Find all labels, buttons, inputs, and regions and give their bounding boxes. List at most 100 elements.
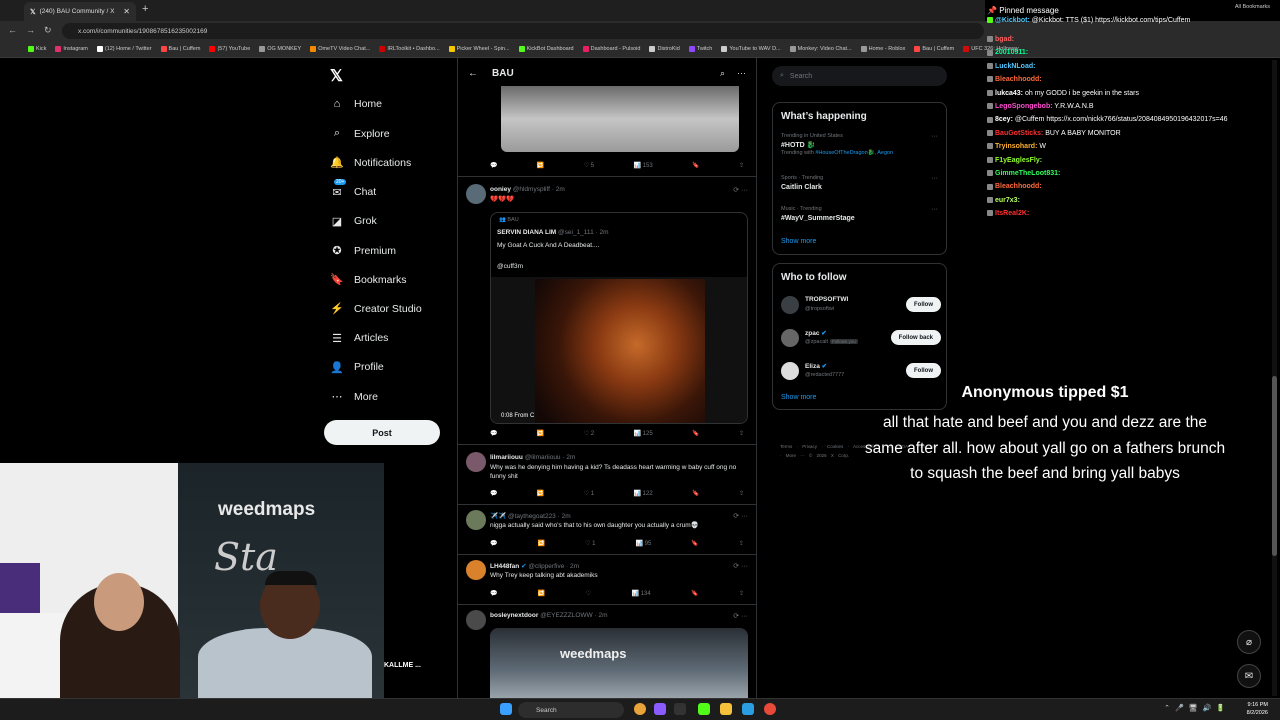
reply-icon[interactable]: 💬 bbox=[490, 540, 497, 547]
account-name[interactable]: KALLME ... bbox=[384, 662, 421, 669]
share-icon[interactable]: ⇪ bbox=[739, 430, 744, 437]
taskbar-search[interactable]: Search bbox=[518, 702, 624, 718]
avatar[interactable] bbox=[466, 452, 486, 472]
more-icon[interactable]: ⟳ ··· bbox=[733, 562, 748, 570]
nav-item-chat[interactable]: ✉ 20+ Chat bbox=[330, 178, 376, 199]
nav-item-articles[interactable]: ☰ Articles bbox=[330, 332, 388, 345]
chat-username[interactable]: LegoSpongebob: bbox=[995, 103, 1053, 110]
grok-icon[interactable]: ⌀ bbox=[1237, 630, 1261, 654]
more-icon[interactable]: ··· bbox=[931, 133, 938, 140]
file-explorer-icon[interactable] bbox=[720, 703, 732, 715]
trend-item[interactable]: Trending in United States #HOTD 🐉 Trendi… bbox=[781, 133, 941, 158]
tab-close-icon[interactable]: ✕ bbox=[123, 7, 130, 16]
follow-back-button[interactable]: Follow back bbox=[890, 330, 941, 345]
app-icon[interactable] bbox=[742, 703, 754, 715]
bookmark-item[interactable]: Bau | Cuffem bbox=[160, 46, 200, 52]
follow-suggestion[interactable]: zpac ✔ @zpacalt Follows you Follow back bbox=[781, 327, 941, 351]
show-more-link[interactable]: Show more bbox=[781, 238, 816, 245]
trend-item[interactable]: Music · Trending #WayV_SummerStage bbox=[781, 206, 941, 223]
reply-icon[interactable]: 💬 bbox=[490, 490, 497, 497]
bookmark-item[interactable]: OG MONKEY bbox=[259, 46, 301, 52]
avatar[interactable] bbox=[781, 296, 799, 314]
chat-username[interactable]: Tryinsohard: bbox=[995, 143, 1037, 150]
reply-icon[interactable]: 💬 bbox=[490, 590, 497, 597]
bookmark-icon[interactable]: 🔖 bbox=[691, 590, 698, 597]
reload-icon[interactable]: ↻ bbox=[44, 25, 52, 36]
browser-tab[interactable]: 𝕏 (240) BAU Community / X ✕ bbox=[24, 2, 136, 21]
chat-username[interactable]: lukca43: bbox=[995, 90, 1023, 97]
share-icon[interactable]: ⇪ bbox=[739, 490, 744, 497]
url-input[interactable]: x.com/i/communities/1908678516235002169 bbox=[62, 23, 984, 39]
avatar[interactable] bbox=[781, 362, 799, 380]
bookmark-item[interactable]: Bau | Cuffem bbox=[914, 46, 954, 52]
reply-icon[interactable]: 💬 bbox=[490, 162, 497, 169]
bookmark-item[interactable]: YouTube to WAV D... bbox=[721, 46, 781, 52]
more-icon[interactable]: ⟳ ··· bbox=[733, 512, 748, 520]
search-icon[interactable]: ⌕ bbox=[720, 68, 725, 79]
like-button[interactable]: ♡ 2 bbox=[584, 430, 594, 437]
follow-suggestion[interactable]: Eliza ✔ @redacted7777 Follow bbox=[781, 360, 941, 384]
repost-icon[interactable]: 🔁 bbox=[537, 162, 544, 169]
post-media[interactable]: weedmaps bbox=[490, 628, 748, 698]
share-icon[interactable]: ⇪ bbox=[739, 540, 744, 547]
new-tab-icon[interactable]: + bbox=[142, 3, 148, 15]
chat-username[interactable]: bgad: bbox=[995, 36, 1014, 43]
chat-username[interactable]: LuckNLoad: bbox=[995, 63, 1035, 70]
nav-item-bookmarks[interactable]: 🔖 Bookmarks bbox=[330, 273, 406, 287]
bookmark-item[interactable]: Instagram bbox=[55, 46, 88, 52]
avatar[interactable] bbox=[466, 610, 486, 630]
bookmark-item[interactable]: Kick bbox=[28, 46, 46, 52]
system-tray[interactable]: ⌃🎤🖥🔊🔋 bbox=[1164, 704, 1230, 712]
chat-username[interactable]: GimmeTheLoot831: bbox=[995, 170, 1060, 177]
chat-username[interactable]: Bleachhoodd: bbox=[995, 76, 1042, 83]
back-icon[interactable]: ← bbox=[8, 25, 17, 35]
system-clock[interactable]: 9:16 PM 8/2/2026 bbox=[1247, 702, 1268, 717]
nav-item-profile[interactable]: 👤 Profile bbox=[330, 361, 384, 374]
post-media[interactable] bbox=[501, 86, 739, 152]
follow-button[interactable]: Follow bbox=[906, 363, 941, 378]
bookmark-icon[interactable]: 🔖 bbox=[691, 540, 698, 547]
app-icon[interactable] bbox=[698, 703, 710, 715]
post-button[interactable]: Post bbox=[324, 420, 440, 445]
bookmark-item[interactable]: Picker Wheel - Spin... bbox=[448, 46, 510, 52]
views-count[interactable]: 📊 95 bbox=[636, 540, 652, 547]
forward-icon[interactable]: → bbox=[26, 25, 35, 35]
bookmark-item[interactable]: KickBot Dashboard bbox=[518, 46, 574, 52]
x-logo-icon[interactable]: 𝕏 bbox=[330, 66, 343, 86]
all-bookmarks-link[interactable]: All Bookmarks bbox=[1235, 4, 1270, 10]
bookmark-icon[interactable]: 🔖 bbox=[692, 490, 699, 497]
chat-username[interactable]: ItsReal2K: bbox=[995, 210, 1029, 217]
quote-mention[interactable]: @cuff3m bbox=[497, 263, 523, 270]
messages-icon[interactable]: ✉ bbox=[1237, 664, 1261, 688]
bookmark-item[interactable]: IRLToolkit • Dashbo... bbox=[379, 46, 440, 52]
chrome-icon[interactable] bbox=[764, 703, 776, 715]
follow-button[interactable]: Follow bbox=[906, 297, 941, 312]
chat-username[interactable]: 20010911: bbox=[995, 49, 1028, 56]
nav-item-more[interactable]: ⋯ More bbox=[330, 390, 378, 404]
repost-icon[interactable]: 🔁 bbox=[537, 490, 544, 497]
views-count[interactable]: 📊 153 bbox=[634, 162, 653, 169]
repost-icon[interactable]: 🔁 bbox=[537, 430, 544, 437]
chat-username[interactable]: 8cey: bbox=[995, 116, 1013, 123]
like-button[interactable]: ♡ 5 bbox=[584, 162, 594, 169]
video-player[interactable]: 0:08 From C bbox=[491, 277, 747, 423]
avatar[interactable] bbox=[466, 184, 486, 204]
nav-item-creator-studio[interactable]: ⚡ Creator Studio bbox=[330, 302, 422, 316]
views-count[interactable]: 📊 122 bbox=[634, 490, 653, 497]
avatar[interactable] bbox=[466, 560, 486, 580]
bookmark-item[interactable]: OmeTV Video Chat... bbox=[310, 46, 370, 52]
nav-item-home[interactable]: ⌂ Home bbox=[330, 98, 382, 110]
more-icon[interactable]: ⟳ ··· bbox=[733, 612, 748, 620]
chat-username[interactable]: eur7x3: bbox=[995, 197, 1020, 204]
scrollbar-thumb[interactable] bbox=[1272, 376, 1277, 556]
follow-suggestion[interactable]: TROPSOFTWI @tropsoftwi Follow bbox=[781, 294, 941, 318]
bookmark-item[interactable]: Twitch bbox=[688, 46, 712, 52]
bookmark-item[interactable]: Dashboard - Pulsoid bbox=[582, 46, 640, 52]
repost-icon[interactable]: 🔁 bbox=[538, 540, 545, 547]
repost-icon[interactable]: 🔁 bbox=[538, 590, 545, 597]
avatar[interactable] bbox=[466, 510, 486, 530]
bookmark-item[interactable]: (12) Home / Twitter bbox=[96, 46, 152, 52]
app-icon[interactable] bbox=[654, 703, 666, 715]
share-icon[interactable]: ⇪ bbox=[739, 162, 744, 169]
more-icon[interactable]: ··· bbox=[931, 175, 938, 182]
